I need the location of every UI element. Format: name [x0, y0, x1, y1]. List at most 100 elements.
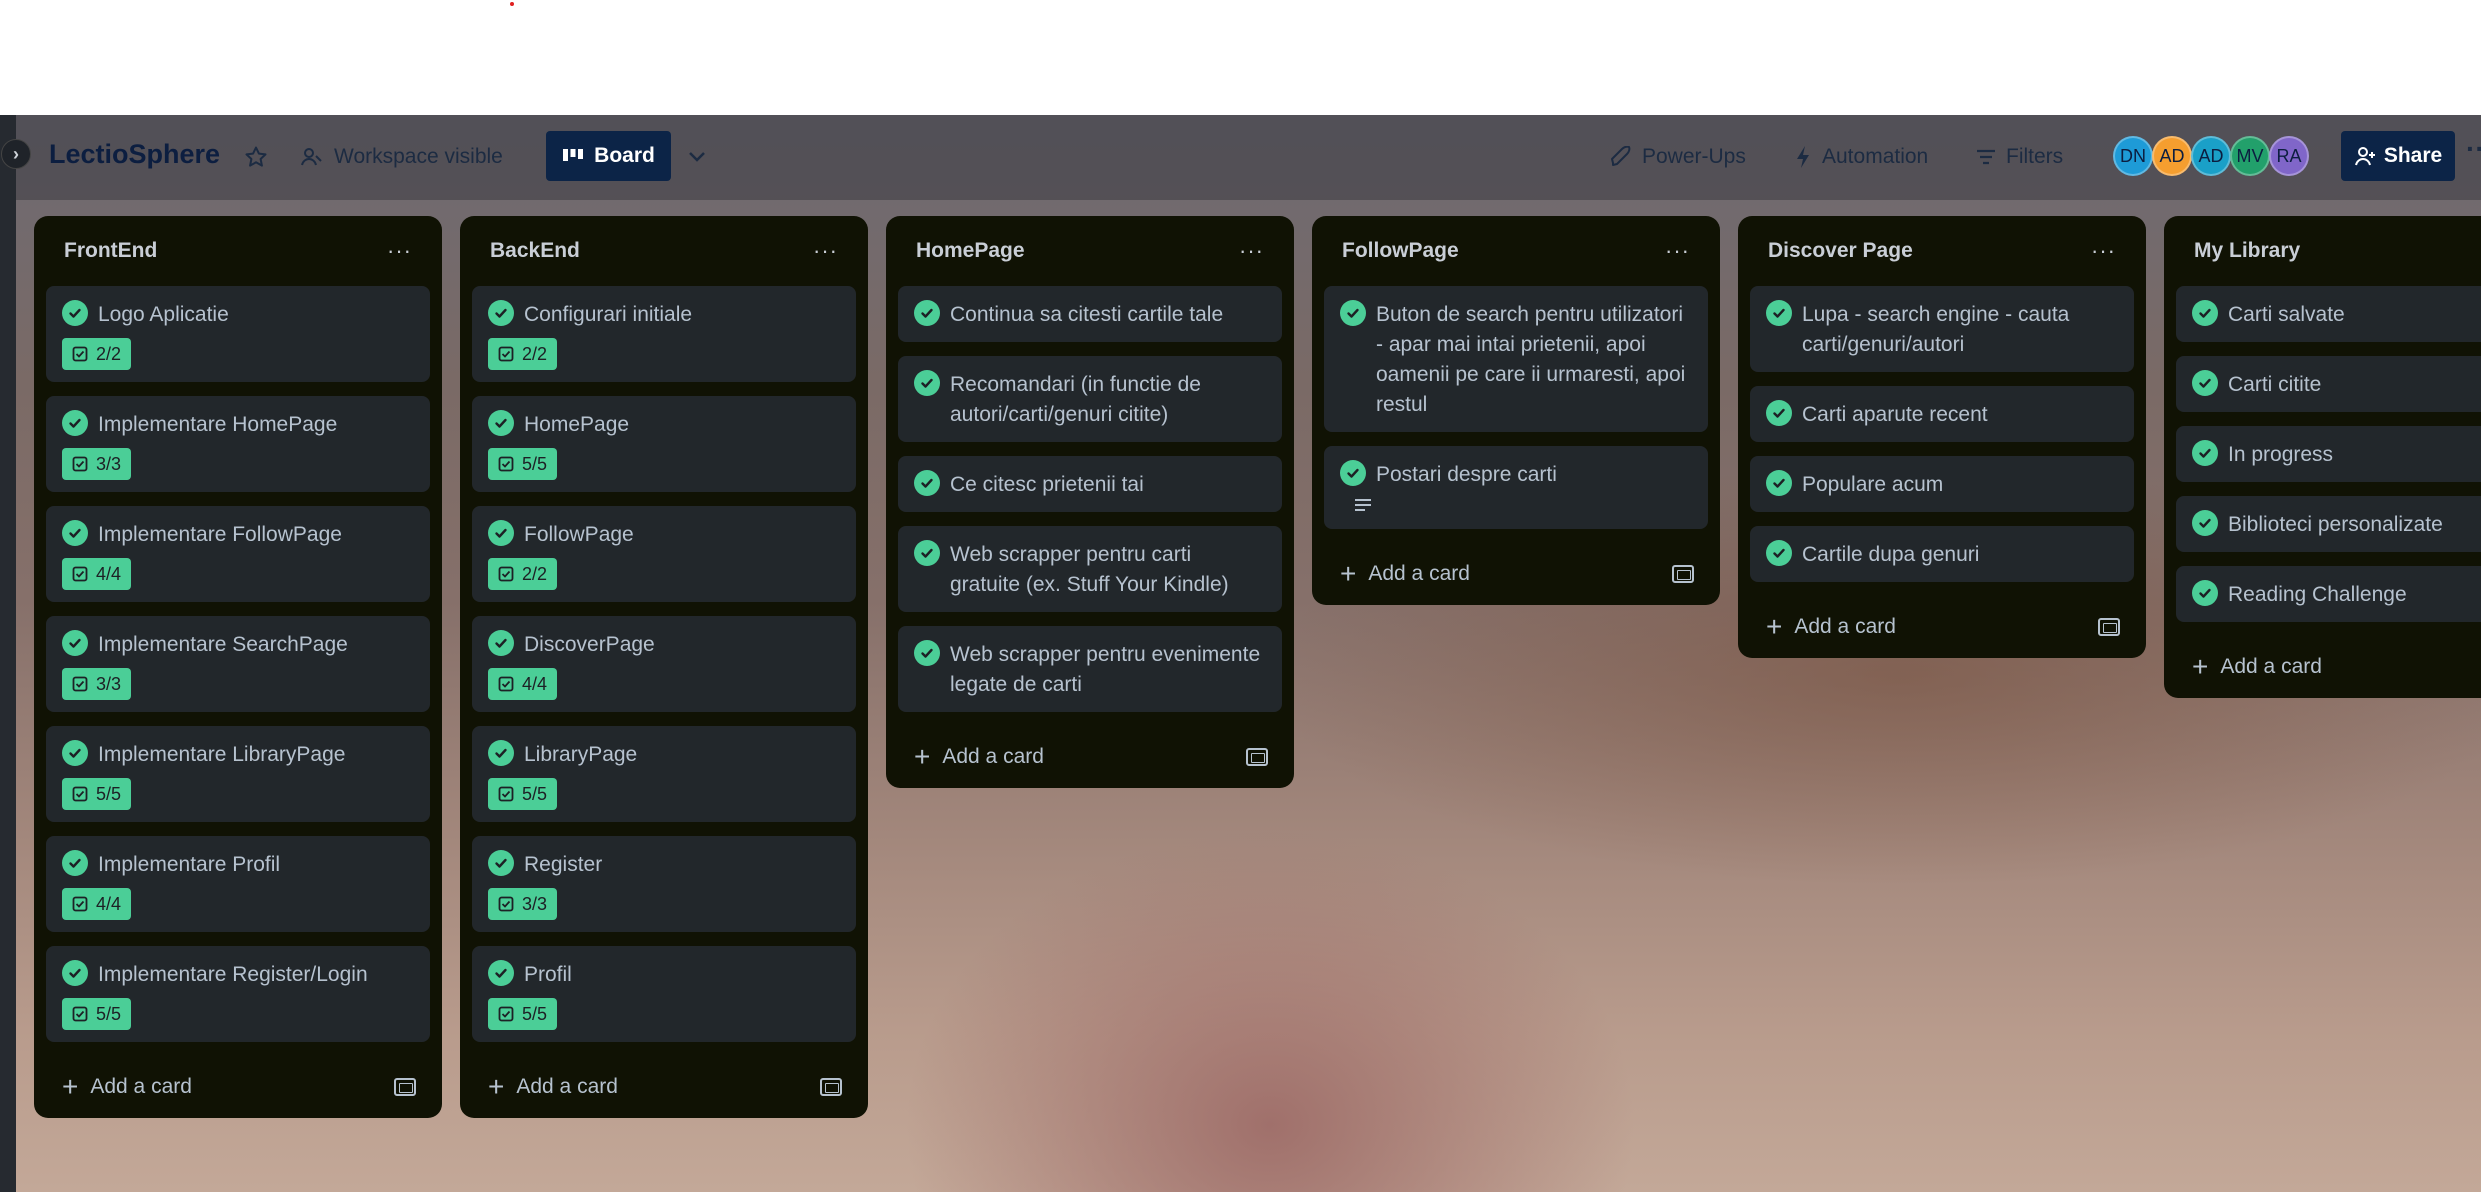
list-title[interactable]: FollowPage	[1342, 239, 1459, 263]
complete-check-icon[interactable]	[1340, 460, 1366, 486]
card[interactable]: Carti aparute recent	[1750, 386, 2134, 442]
card[interactable]: Implementare Register/Login 5/5	[46, 946, 430, 1042]
board-title[interactable]: LectioSphere	[49, 139, 220, 170]
member-avatar[interactable]: DN	[2113, 136, 2153, 176]
board-menu-more-icon[interactable]: ···	[2466, 133, 2481, 165]
complete-check-icon[interactable]	[488, 300, 514, 326]
checklist-count: 2/2	[522, 563, 548, 584]
star-button[interactable]	[244, 137, 278, 177]
list-more-icon[interactable]: ···	[2091, 238, 2116, 264]
complete-check-icon[interactable]	[62, 520, 88, 546]
create-from-template-icon[interactable]	[394, 1078, 416, 1096]
complete-check-icon[interactable]	[62, 960, 88, 986]
complete-check-icon[interactable]	[2192, 300, 2218, 326]
expand-sidebar-chevron-icon[interactable]: ›	[1, 139, 31, 169]
card-row: Biblioteci personalizate	[2192, 510, 2481, 540]
card[interactable]: Populare acum	[1750, 456, 2134, 512]
complete-check-icon[interactable]	[62, 850, 88, 876]
visibility-button[interactable]: Workspace visible	[300, 137, 503, 177]
member-avatar[interactable]: AD	[2152, 136, 2192, 176]
create-from-template-icon[interactable]	[1672, 565, 1694, 583]
card[interactable]: DiscoverPage 4/4	[472, 616, 856, 712]
member-avatar[interactable]: AD	[2191, 136, 2231, 176]
card[interactable]: Recomandari (in functie de autori/carti/…	[898, 356, 1282, 442]
complete-check-icon[interactable]	[488, 740, 514, 766]
view-switcher-button[interactable]	[684, 137, 720, 177]
create-from-template-icon[interactable]	[820, 1078, 842, 1096]
member-avatar[interactable]: MV	[2230, 136, 2270, 176]
complete-check-icon[interactable]	[62, 740, 88, 766]
complete-check-icon[interactable]	[1766, 400, 1792, 426]
card[interactable]: Implementare FollowPage 4/4	[46, 506, 430, 602]
complete-check-icon[interactable]	[914, 640, 940, 666]
complete-check-icon[interactable]	[2192, 580, 2218, 606]
create-from-template-icon[interactable]	[2098, 618, 2120, 636]
list-title[interactable]: Discover Page	[1768, 239, 1913, 263]
add-card-button[interactable]: + Add a card	[62, 1073, 192, 1101]
list-title[interactable]: HomePage	[916, 239, 1025, 263]
list-title[interactable]: My Library	[2194, 239, 2300, 263]
power-ups-button[interactable]: Power-Ups	[1610, 137, 1746, 177]
card[interactable]: In progress	[2176, 426, 2481, 482]
card[interactable]: Carti salvate	[2176, 286, 2481, 342]
list-more-icon[interactable]: ···	[1239, 238, 1264, 264]
add-card-button[interactable]: + Add a card	[1766, 613, 1896, 641]
add-card-button[interactable]: + Add a card	[1340, 560, 1470, 588]
card[interactable]: Implementare LibraryPage 5/5	[46, 726, 430, 822]
card[interactable]: Web scrapper pentru carti gratuite (ex. …	[898, 526, 1282, 612]
complete-check-icon[interactable]	[914, 370, 940, 396]
complete-check-icon[interactable]	[1766, 540, 1792, 566]
complete-check-icon[interactable]	[1340, 300, 1366, 326]
card[interactable]: Configurari initiale 2/2	[472, 286, 856, 382]
complete-check-icon[interactable]	[2192, 440, 2218, 466]
add-card-button[interactable]: + Add a card	[2192, 653, 2322, 681]
complete-check-icon[interactable]	[62, 300, 88, 326]
complete-check-icon[interactable]	[62, 630, 88, 656]
card[interactable]: Carti citite	[2176, 356, 2481, 412]
card[interactable]: Biblioteci personalizate	[2176, 496, 2481, 552]
complete-check-icon[interactable]	[2192, 510, 2218, 536]
share-button[interactable]: Share	[2341, 131, 2455, 181]
card[interactable]: Implementare HomePage 3/3	[46, 396, 430, 492]
complete-check-icon[interactable]	[488, 410, 514, 436]
automation-button[interactable]: Automation	[1794, 137, 1928, 177]
member-avatar[interactable]: RA	[2269, 136, 2309, 176]
card[interactable]: Postari despre carti	[1324, 446, 1708, 529]
complete-check-icon[interactable]	[914, 470, 940, 496]
card[interactable]: HomePage 5/5	[472, 396, 856, 492]
card[interactable]: Cartile dupa genuri	[1750, 526, 2134, 582]
filters-button[interactable]: Filters	[1976, 137, 2063, 177]
create-from-template-icon[interactable]	[1246, 748, 1268, 766]
card[interactable]: Profil 5/5	[472, 946, 856, 1042]
card[interactable]: LibraryPage 5/5	[472, 726, 856, 822]
complete-check-icon[interactable]	[488, 630, 514, 656]
complete-check-icon[interactable]	[62, 410, 88, 436]
complete-check-icon[interactable]	[1766, 470, 1792, 496]
complete-check-icon[interactable]	[488, 520, 514, 546]
card[interactable]: Continua sa citesti cartile tale	[898, 286, 1282, 342]
card[interactable]: Lupa - search engine - cauta carti/genur…	[1750, 286, 2134, 372]
complete-check-icon[interactable]	[914, 540, 940, 566]
card[interactable]: Web scrapper pentru evenimente legate de…	[898, 626, 1282, 712]
complete-check-icon[interactable]	[488, 850, 514, 876]
list-more-icon[interactable]: ···	[1665, 238, 1690, 264]
add-card-button[interactable]: + Add a card	[488, 1073, 618, 1101]
complete-check-icon[interactable]	[914, 300, 940, 326]
card[interactable]: Implementare SearchPage 3/3	[46, 616, 430, 712]
add-card-button[interactable]: + Add a card	[914, 743, 1044, 771]
list-more-icon[interactable]: ···	[813, 238, 838, 264]
card[interactable]: Implementare Profil 4/4	[46, 836, 430, 932]
list-title[interactable]: FrontEnd	[64, 239, 157, 263]
card[interactable]: Buton de search pentru utilizatori - apa…	[1324, 286, 1708, 432]
card[interactable]: Logo Aplicatie 2/2	[46, 286, 430, 382]
card[interactable]: FollowPage 2/2	[472, 506, 856, 602]
complete-check-icon[interactable]	[488, 960, 514, 986]
card[interactable]: Reading Challenge	[2176, 566, 2481, 622]
board-view-button[interactable]: Board	[546, 131, 671, 181]
list-more-icon[interactable]: ···	[387, 238, 412, 264]
card[interactable]: Ce citesc prietenii tai	[898, 456, 1282, 512]
complete-check-icon[interactable]	[1766, 300, 1792, 326]
card[interactable]: Register 3/3	[472, 836, 856, 932]
complete-check-icon[interactable]	[2192, 370, 2218, 396]
list-title[interactable]: BackEnd	[490, 239, 580, 263]
